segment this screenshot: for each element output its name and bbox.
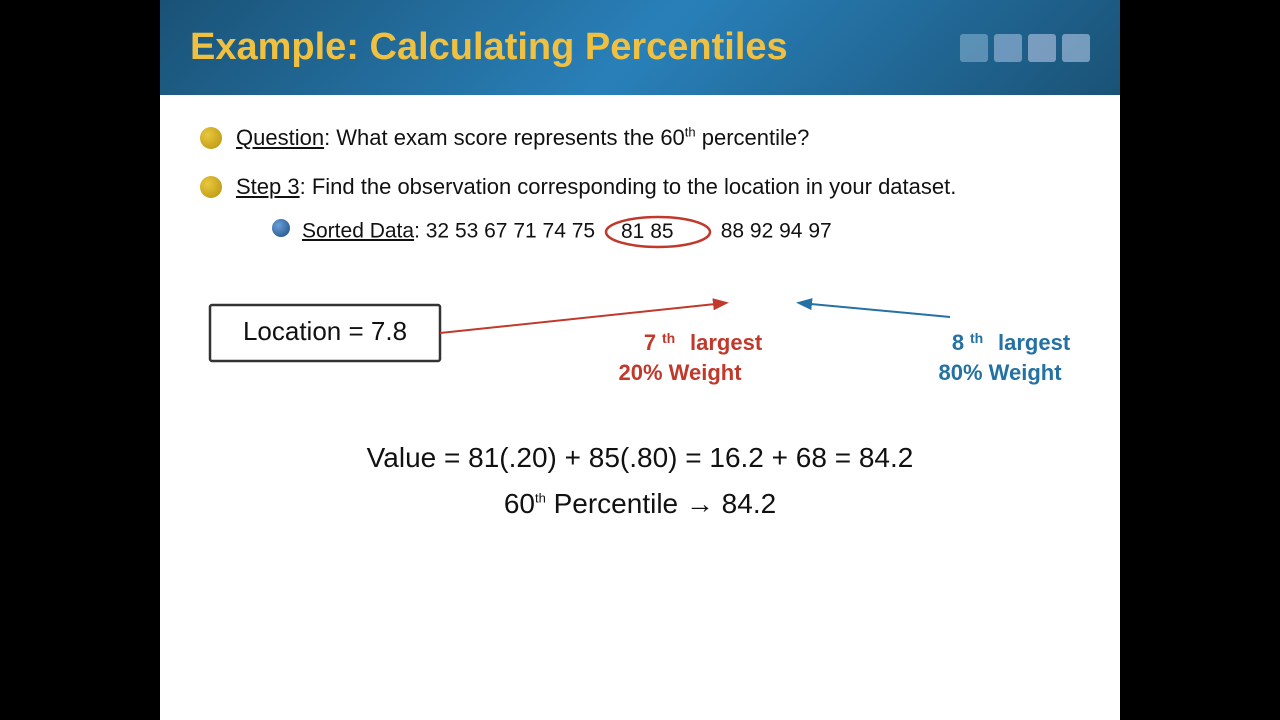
square-3 — [1028, 34, 1056, 62]
formula-text: Value = 81(.20) + 85(.80) = 16.2 + 68 = … — [367, 442, 914, 473]
question-label: Question — [236, 125, 324, 150]
sub-bullet-icon — [272, 219, 290, 237]
bullet-icon-2 — [200, 176, 222, 198]
svg-text:Location = 7.8: Location = 7.8 — [243, 316, 407, 346]
slide: Example: Calculating Percentiles Questio… — [160, 0, 1120, 720]
svg-text:80% Weight: 80% Weight — [938, 360, 1062, 385]
svg-text:largest: largest — [690, 330, 763, 355]
bullet-step3: Step 3: Find the observation correspondi… — [200, 172, 1080, 249]
circle-svg: 81 85 — [603, 215, 713, 249]
percentile-text: 60th Percentile → 84.2 — [504, 488, 776, 519]
step3-label: Step 3 — [236, 174, 300, 199]
svg-text:20% Weight: 20% Weight — [618, 360, 742, 385]
square-2 — [994, 34, 1022, 62]
percentile-line: 60th Percentile → 84.2 — [200, 488, 1080, 520]
bullet-question-text: Question: What exam score represents the… — [236, 123, 809, 154]
slide-content: Question: What exam score represents the… — [160, 95, 1120, 720]
square-4 — [1062, 34, 1090, 62]
sub-bullet-sorted: Sorted Data: 32 53 67 71 74 75 81 85 88 … — [272, 215, 956, 249]
sorted-label: Sorted Data — [302, 219, 414, 242]
svg-text:largest: largest — [998, 330, 1071, 355]
slide-header: Example: Calculating Percentiles — [160, 0, 1120, 95]
slide-title: Example: Calculating Percentiles — [190, 26, 788, 69]
bullet-question: Question: What exam score represents the… — [200, 123, 1080, 154]
svg-text:8: 8 — [952, 330, 964, 355]
diagram-svg: Location = 7.8 7 th largest 20% Weight 8… — [200, 275, 1080, 420]
bullet-step3-text: Step 3: Find the observation correspondi… — [236, 172, 956, 249]
svg-text:81 85: 81 85 — [621, 220, 674, 243]
diagram-area: Location = 7.8 7 th largest 20% Weight 8… — [200, 275, 1080, 420]
square-1 — [960, 34, 988, 62]
svg-text:7: 7 — [644, 330, 656, 355]
svg-text:th: th — [970, 330, 983, 346]
sorted-data-text: Sorted Data: 32 53 67 71 74 75 81 85 88 … — [302, 215, 832, 249]
bullet-icon-1 — [200, 127, 222, 149]
header-squares — [960, 34, 1090, 62]
svg-text:th: th — [662, 330, 675, 346]
formula-area: Value = 81(.20) + 85(.80) = 16.2 + 68 = … — [200, 442, 1080, 474]
